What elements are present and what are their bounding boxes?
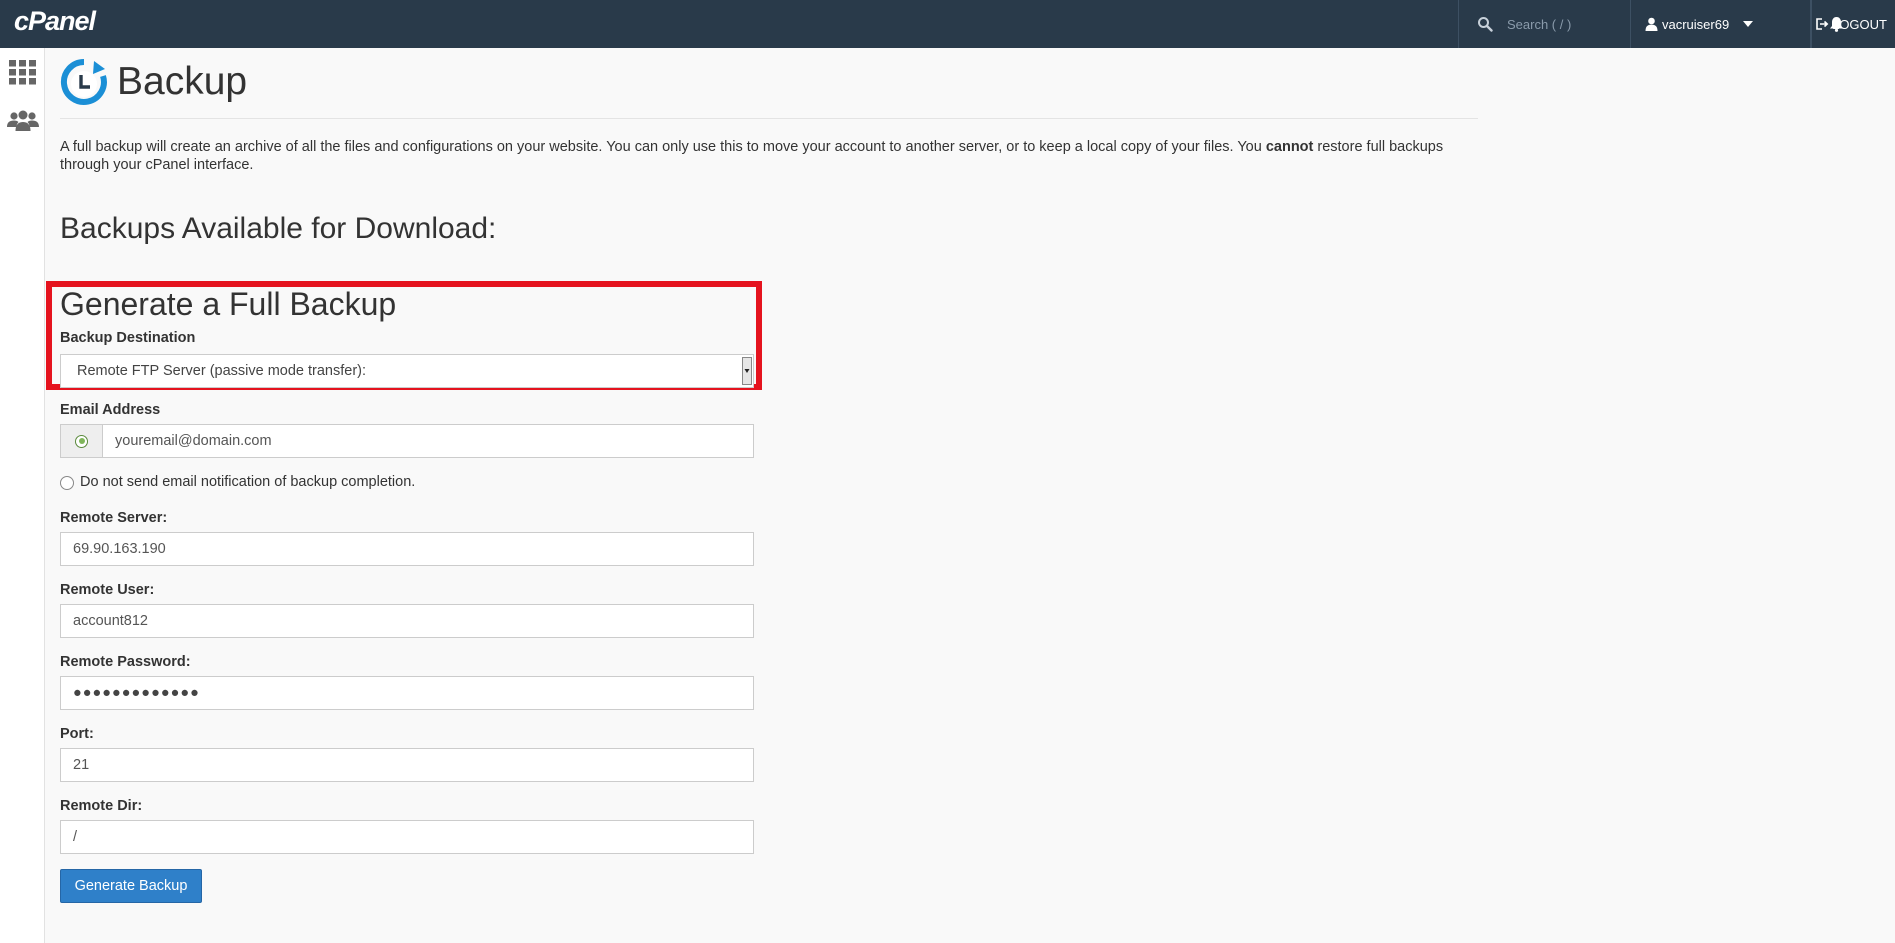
- user-icon: [1645, 17, 1658, 31]
- no-email-option[interactable]: Do not send email notification of backup…: [60, 473, 415, 490]
- backups-available-heading: Backups Available for Download:: [60, 212, 497, 245]
- users-icon[interactable]: [6, 110, 40, 132]
- remote-password-input[interactable]: [60, 676, 754, 710]
- remote-password-label: Remote Password:: [60, 654, 191, 670]
- backup-clock-icon: [60, 58, 107, 105]
- search-input[interactable]: [1505, 15, 1629, 33]
- no-email-radio[interactable]: [60, 476, 74, 490]
- page-title: Backup: [117, 60, 248, 103]
- username: vacruiser69: [1662, 16, 1730, 32]
- remote-dir-input[interactable]: [60, 820, 754, 854]
- remote-server-label: Remote Server:: [60, 510, 168, 526]
- logout-icon: [1816, 18, 1829, 30]
- intro-text-part1: A full backup will create an archive of …: [60, 139, 1266, 155]
- port-label: Port:: [60, 726, 94, 742]
- cpanel-logo[interactable]: cPanel: [14, 6, 96, 37]
- radio-selected-icon: [75, 434, 88, 448]
- backup-destination-select[interactable]: Remote FTP Server (passive mode transfer…: [60, 354, 754, 388]
- email-field-group: [60, 424, 754, 458]
- intro-text-bold: cannot: [1265, 139, 1314, 155]
- search-icon: [1478, 17, 1493, 32]
- top-navbar: cPanel vacruiser69 LOGOUT: [0, 0, 1895, 48]
- select-arrow[interactable]: [742, 357, 752, 385]
- no-email-label: Do not send email notification of backup…: [80, 473, 416, 490]
- backup-destination-label: Backup Destination: [60, 330, 196, 346]
- chevron-down-icon: [1743, 21, 1754, 27]
- left-sidebar: [0, 48, 45, 943]
- logout-button[interactable]: LOGOUT: [1811, 0, 1895, 48]
- search-box[interactable]: [1458, 0, 1631, 48]
- intro-text: A full backup will create an archive of …: [60, 138, 1470, 174]
- user-menu[interactable]: vacruiser69: [1630, 0, 1811, 48]
- logout-label: LOGOUT: [1832, 16, 1887, 32]
- remote-user-label: Remote User:: [60, 582, 155, 598]
- email-notify-radio[interactable]: [61, 425, 103, 457]
- email-input[interactable]: [103, 425, 751, 457]
- chevron-down-icon: [744, 369, 750, 373]
- remote-user-input[interactable]: [60, 604, 754, 638]
- email-address-label: Email Address: [60, 402, 161, 418]
- apps-grid-icon[interactable]: [9, 60, 36, 85]
- remote-dir-label: Remote Dir:: [60, 798, 143, 814]
- port-input[interactable]: [60, 748, 754, 782]
- generate-backup-button[interactable]: Generate Backup: [60, 869, 202, 903]
- generate-backup-heading: Generate a Full Backup: [60, 286, 397, 322]
- page-header: Backup: [60, 48, 1478, 119]
- backup-destination-value: Remote FTP Server (passive mode transfer…: [77, 363, 367, 379]
- remote-server-input[interactable]: [60, 532, 754, 566]
